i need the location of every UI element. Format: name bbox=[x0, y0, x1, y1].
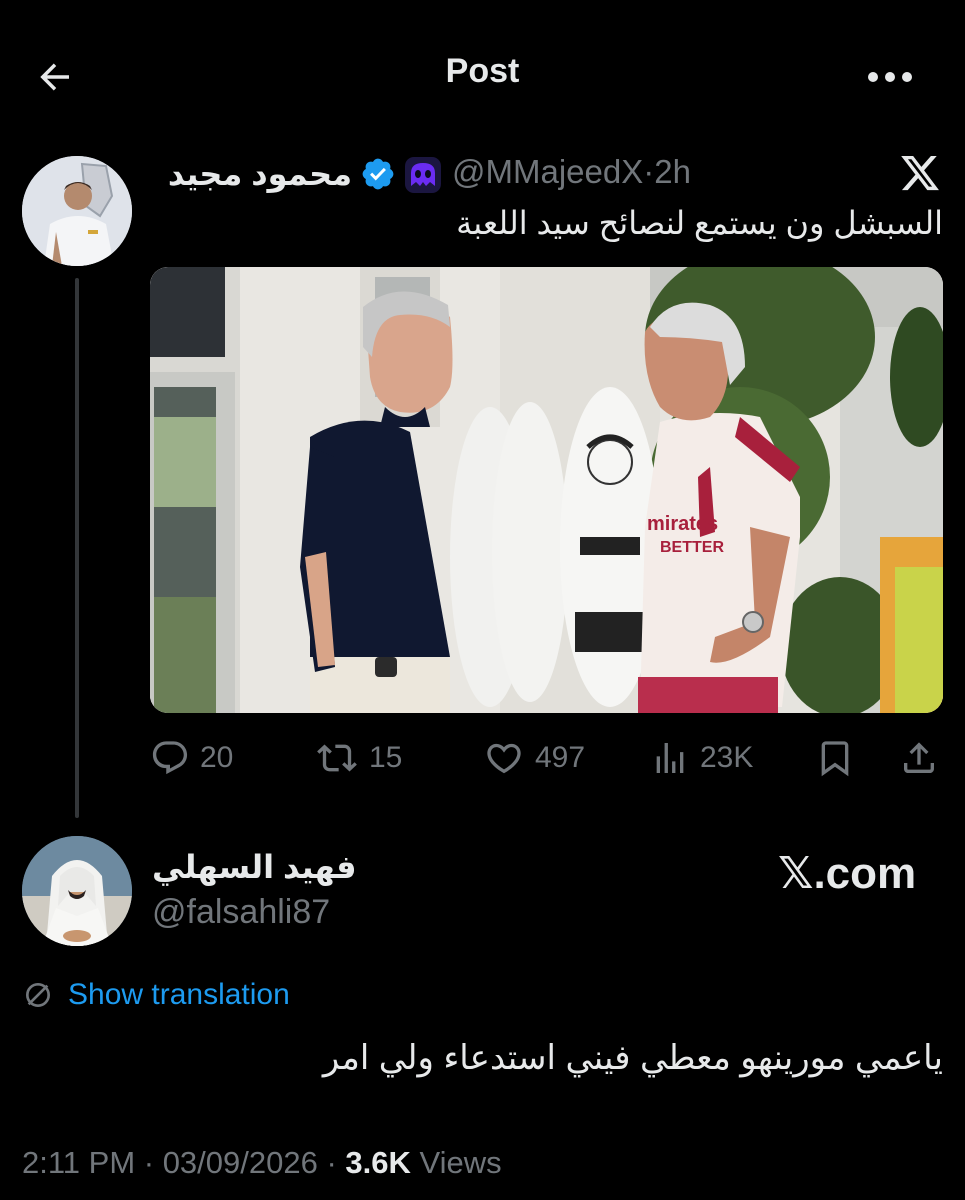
reply-author-avatar[interactable] bbox=[22, 836, 132, 946]
bookmark-icon bbox=[821, 741, 849, 777]
post-time[interactable]: 2h bbox=[654, 153, 691, 190]
reply-author-handle[interactable]: @falsahli87 bbox=[152, 893, 330, 932]
handle-and-time: @MMajeedX·2h bbox=[452, 153, 691, 191]
like-count: 497 bbox=[535, 741, 586, 774]
show-translation-label: Show translation bbox=[68, 978, 290, 1011]
svg-text:BETTER: BETTER bbox=[660, 539, 724, 556]
show-translation-button[interactable]: Show translation bbox=[22, 978, 290, 1012]
verified-badge-icon bbox=[362, 158, 394, 190]
views-button[interactable]: 23K bbox=[650, 738, 753, 778]
separator: · bbox=[643, 153, 655, 190]
heart-icon bbox=[487, 743, 521, 774]
thread-line bbox=[75, 278, 79, 818]
reply-author-name[interactable]: فهيد السهلي bbox=[152, 848, 357, 886]
bookmark-button[interactable] bbox=[815, 738, 855, 778]
x-com-watermark: 𝕏.com bbox=[778, 849, 917, 898]
reply-button[interactable]: 20 bbox=[150, 738, 233, 778]
page-title: Post bbox=[445, 52, 520, 90]
views-chart-icon bbox=[656, 743, 684, 773]
more-options-button[interactable] bbox=[860, 55, 920, 99]
translate-globe-icon bbox=[26, 983, 50, 1007]
views-total: 3.6K bbox=[345, 1145, 411, 1180]
more-horizontal-icon bbox=[868, 72, 912, 82]
post-text: السبشل ون يستمع لنصائح سيد اللعبة bbox=[456, 205, 943, 241]
reply-icon bbox=[152, 741, 188, 775]
author-name[interactable]: محمود مجيد bbox=[168, 155, 352, 193]
post-timestamp[interactable]: 2:11 PM · 03/09/2026 · bbox=[22, 1145, 345, 1180]
ghost-emoji-icon bbox=[405, 157, 441, 193]
author-handle[interactable]: @MMajeedX bbox=[452, 153, 643, 190]
share-icon bbox=[904, 742, 934, 773]
svg-text:mirates: mirates bbox=[647, 513, 718, 535]
views-label: Views bbox=[410, 1145, 502, 1180]
author-avatar[interactable] bbox=[22, 156, 132, 266]
repost-icon bbox=[317, 744, 357, 772]
share-button[interactable] bbox=[899, 738, 939, 778]
reply-text: ياعمي مورينهو معطي فيني استدعاء ولي امر bbox=[322, 1039, 943, 1077]
post-photo[interactable]: mirates BETTER bbox=[150, 267, 943, 713]
repost-button[interactable]: 15 bbox=[315, 738, 402, 778]
views-count: 23K bbox=[700, 741, 754, 774]
reply-count: 20 bbox=[200, 741, 234, 774]
post-meta: 2:11 PM · 03/09/2026 · 3.6K Views bbox=[22, 1145, 502, 1181]
repost-count: 15 bbox=[369, 741, 403, 774]
like-button[interactable]: 497 bbox=[483, 738, 585, 778]
x-logo-icon bbox=[901, 155, 939, 191]
